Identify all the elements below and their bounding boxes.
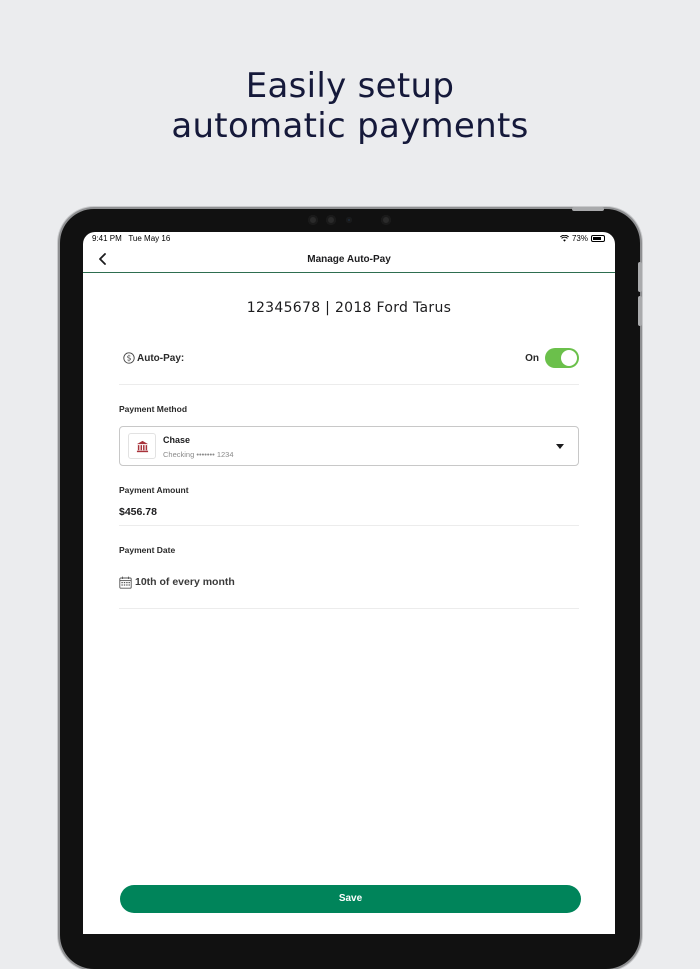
battery-percent: 73% — [571, 234, 588, 243]
ambient-sensor-icon — [381, 215, 391, 225]
front-sensor-icon — [326, 215, 336, 225]
divider — [119, 384, 579, 385]
status-bar: 9:41 PM Tue May 16 73% — [83, 232, 615, 246]
payment-amount-value[interactable]: $456.78 — [119, 506, 157, 518]
face-id-sensor-icon — [346, 217, 352, 223]
hardware-volume-down — [638, 296, 642, 326]
autopay-toggle[interactable] — [545, 348, 579, 368]
bank-account: Checking ••••••• 1234 — [163, 450, 234, 459]
dollar-circle-icon: $ — [123, 352, 135, 364]
bank-name: Chase — [163, 435, 191, 445]
promo-headline-line2: automatic payments — [171, 106, 529, 146]
promo-headline-line1: Easily setup — [245, 66, 455, 106]
bank-icon-tile — [128, 433, 156, 459]
status-time: 9:41 PM — [92, 234, 122, 243]
calendar-icon — [119, 576, 132, 589]
bank-icon — [136, 440, 149, 453]
autopay-label: Auto-Pay: — [137, 353, 185, 364]
vehicle-title: 12345678 | 2018 Ford Tarus — [246, 300, 452, 316]
app-screen: 9:41 PM Tue May 16 73% Manage Auto-Pay 1… — [83, 232, 615, 934]
hardware-volume-up — [638, 262, 642, 292]
divider — [119, 608, 579, 609]
hardware-top-button — [572, 207, 604, 211]
wifi-icon — [560, 235, 569, 242]
payment-date-value: 10th of every month — [135, 576, 235, 588]
page-title: Manage Auto-Pay — [307, 254, 391, 265]
chevron-down-icon — [556, 444, 564, 449]
promo-headline: Easily setup automatic payments — [0, 66, 700, 146]
payment-date-label: Payment Date — [119, 545, 176, 555]
payment-method-label: Payment Method — [119, 404, 188, 414]
svg-text:$: $ — [127, 354, 132, 363]
payment-method-select[interactable]: Chase Checking ••••••• 1234 — [119, 426, 579, 466]
divider — [119, 525, 579, 526]
autopay-state-label: On — [525, 353, 539, 364]
battery-icon — [591, 235, 605, 242]
payment-amount-label: Payment Amount — [119, 485, 189, 495]
autopay-row: $ Auto-Pay: On — [119, 348, 579, 370]
payment-date-field[interactable]: 10th of every month — [119, 575, 419, 591]
status-date: Tue May 16 — [128, 234, 171, 243]
save-button[interactable]: Save — [120, 885, 581, 913]
toggle-knob — [561, 350, 577, 366]
nav-bar: Manage Auto-Pay — [83, 246, 615, 273]
front-camera-icon — [308, 215, 318, 225]
